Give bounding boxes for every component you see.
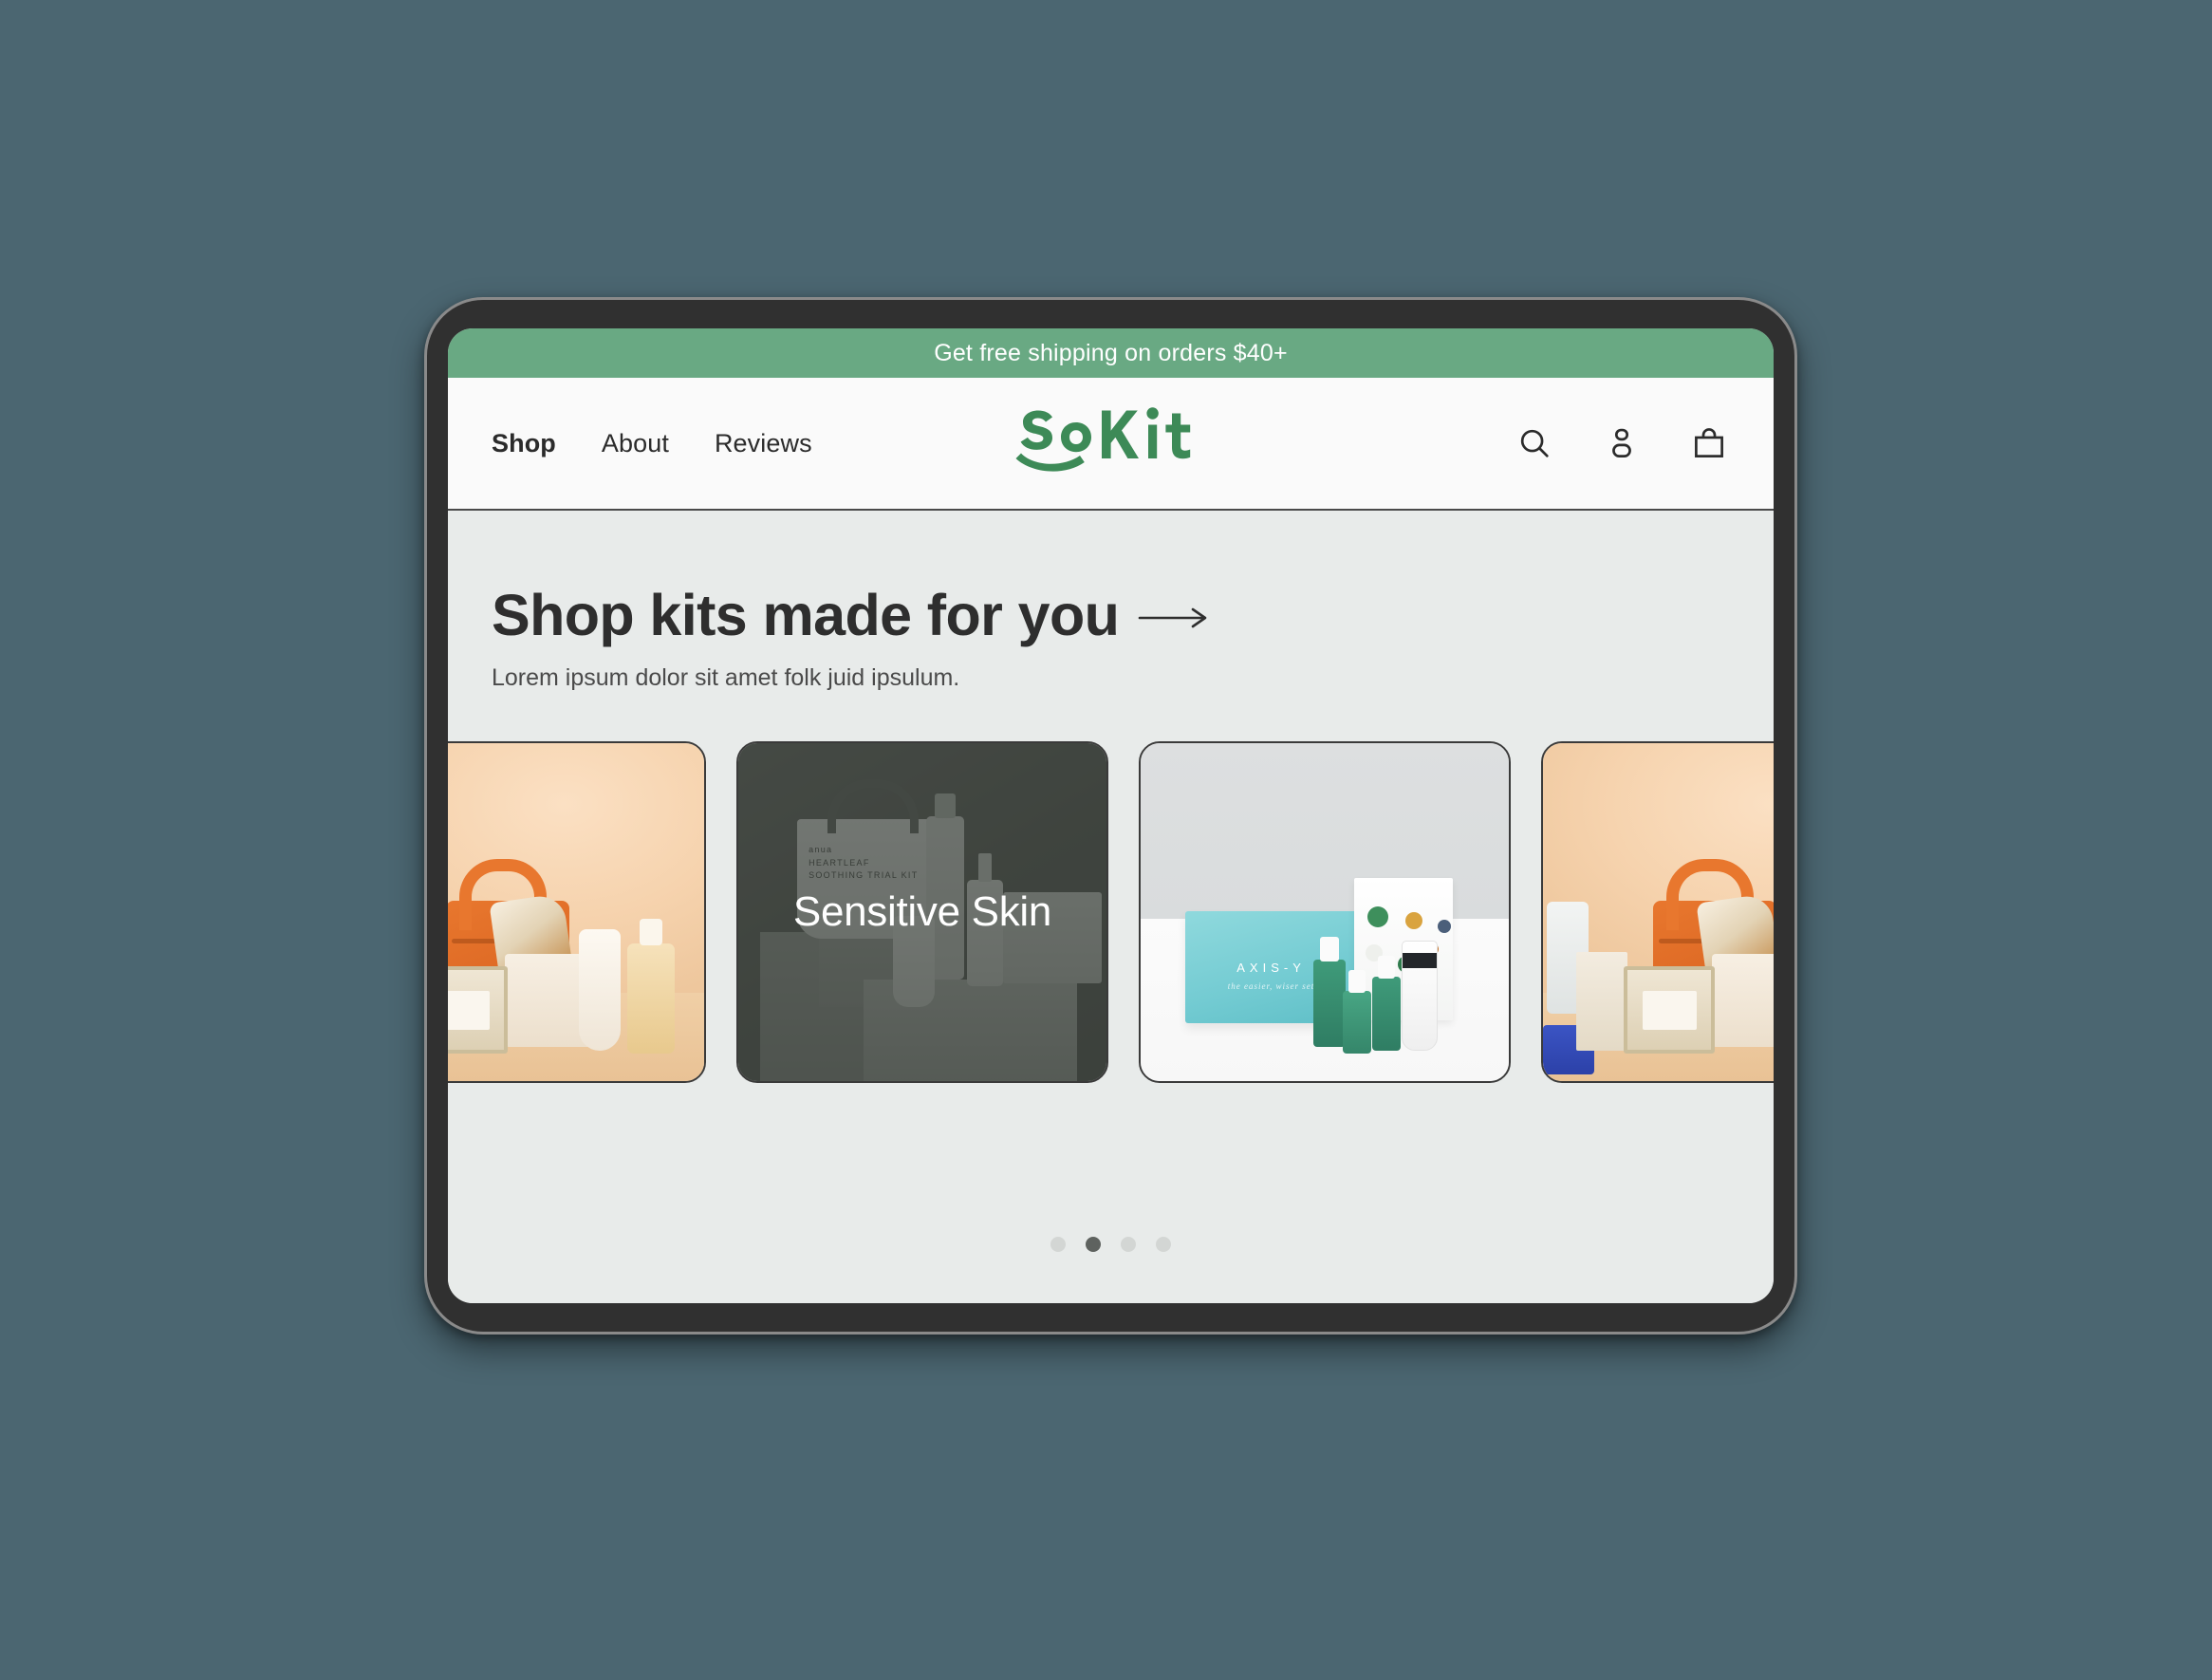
hero-copy: Shop kits made for you Lorem ipsum dolor… <box>448 511 1774 692</box>
tablet-device-frame: Get free shipping on orders $40+ Shop Ab… <box>424 297 1797 1335</box>
card-image <box>448 742 704 1081</box>
card-image: AXIS-Y the easier, wiser set <box>1141 742 1509 1081</box>
card-image <box>1543 742 1774 1081</box>
carousel-dot[interactable] <box>1050 1237 1066 1252</box>
site-header: Shop About Reviews <box>448 378 1774 511</box>
nav-link-shop[interactable]: Shop <box>492 429 556 458</box>
carousel-dot-active[interactable] <box>1086 1237 1101 1252</box>
announcement-text: Get free shipping on orders $40+ <box>934 339 1288 366</box>
tablet-screen: Get free shipping on orders $40+ Shop Ab… <box>448 328 1774 1303</box>
carousel-card[interactable]: AXIS-Y the easier, wiser set <box>1139 740 1511 1083</box>
kit-carousel[interactable]: anuaHEARTLEAFSOOTHING TRIAL KIT Sensitiv… <box>448 740 1774 1083</box>
cart-icon[interactable] <box>1688 422 1730 464</box>
carousel-dot[interactable] <box>1121 1237 1136 1252</box>
header-actions <box>1514 422 1730 464</box>
hero-section: Shop kits made for you Lorem ipsum dolor… <box>448 511 1774 1303</box>
primary-nav: Shop About Reviews <box>492 429 812 458</box>
hero-subtitle: Lorem ipsum dolor sit amet folk juid ips… <box>492 663 960 691</box>
carousel-pagination <box>448 1237 1774 1303</box>
hero-title-text: Shop kits made for you <box>492 583 1120 647</box>
card-caption: Sensitive Skin <box>792 887 1052 935</box>
brand-logo[interactable] <box>1012 401 1211 486</box>
nav-link-reviews[interactable]: Reviews <box>715 429 812 458</box>
search-icon[interactable] <box>1514 422 1555 464</box>
announcement-bar[interactable]: Get free shipping on orders $40+ <box>448 328 1774 378</box>
arrow-right-icon <box>1138 606 1210 630</box>
carousel-dot[interactable] <box>1156 1237 1171 1252</box>
account-icon[interactable] <box>1601 422 1643 464</box>
page-title: Shop kits made for you <box>492 583 1774 647</box>
carousel-card-sensitive-skin[interactable]: anuaHEARTLEAFSOOTHING TRIAL KIT Sensitiv… <box>736 740 1108 1083</box>
carousel-card[interactable] <box>1541 740 1774 1083</box>
carousel-card[interactable] <box>448 740 706 1083</box>
nav-link-about[interactable]: About <box>602 429 669 458</box>
